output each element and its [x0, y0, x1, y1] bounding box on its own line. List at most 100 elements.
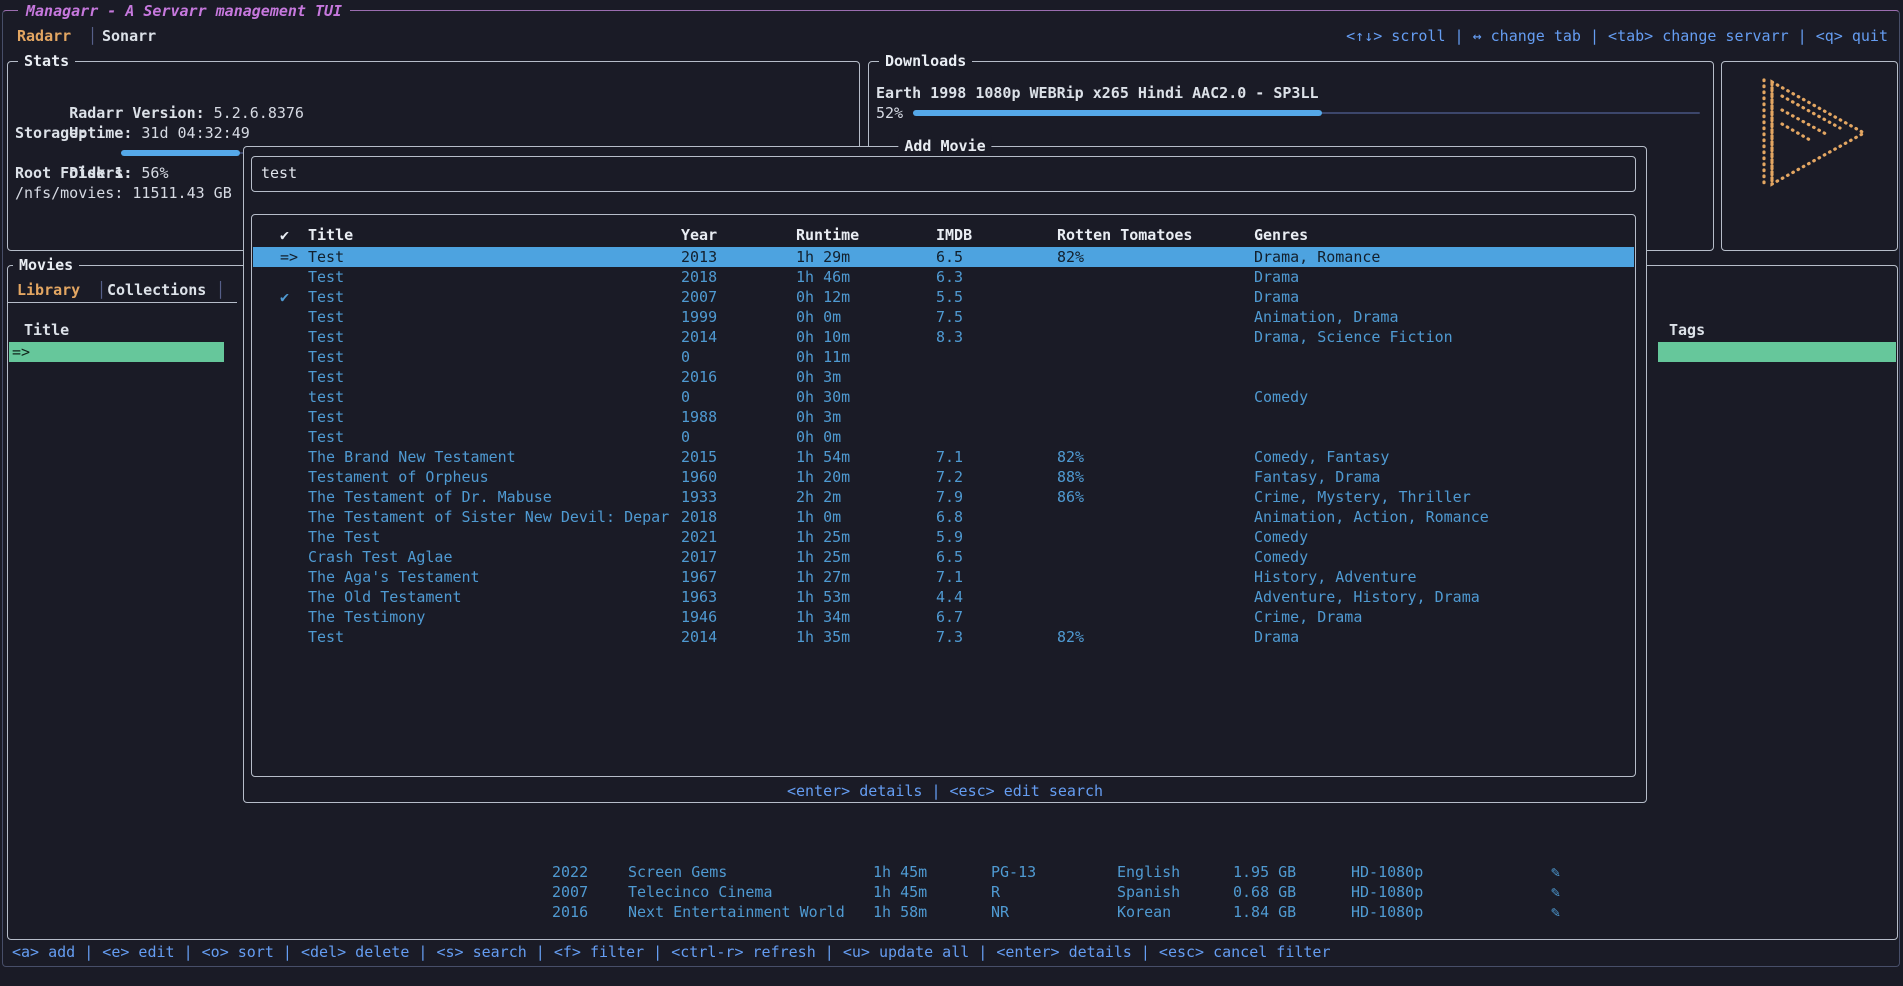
movie-list-item[interactable]: Life: [9, 502, 224, 522]
tabs-underline: [8, 302, 237, 303]
movie-list-item[interactable]: The Martian: [9, 442, 224, 462]
result-genres: Drama: [1254, 267, 1632, 287]
search-result-row[interactable]: Test 1999 0h 0m 7.5 Animation, Drama: [253, 307, 1634, 327]
search-result-row[interactable]: The Aga's Testament 1967 1h 27m 7.1 Hist…: [253, 567, 1634, 587]
root-folder-value: /nfs/movies: 11511.43 GB: [15, 183, 232, 203]
result-imdb: 4.4: [936, 587, 963, 607]
movies-tab-divider: │: [97, 280, 106, 300]
tab-library[interactable]: Library: [17, 280, 80, 300]
search-result-row[interactable]: Crash Test Aglae 2017 1h 25m 6.5 Comedy: [253, 547, 1634, 567]
certification-cell: NR: [991, 902, 1009, 922]
search-result-row[interactable]: Test 2018 1h 46m 6.3 Drama: [253, 267, 1634, 287]
movie-detail-row[interactable]: 2016 Next Entertainment World 1h 58m NR …: [8, 902, 1897, 922]
result-rotten-tomatoes: 86%: [1057, 487, 1084, 507]
result-imdb: 5.9: [936, 527, 963, 547]
movie-list-item[interactable]: =>Dune: [9, 342, 224, 362]
search-result-row[interactable]: ✔ Test 2007 0h 12m 5.5 Drama: [253, 287, 1634, 307]
search-results-table: ✔ Title Year Runtime IMDB Rotten Tomatoe…: [251, 214, 1636, 777]
managarr-app: Managarr - A Servarr management TUI Rada…: [0, 0, 1903, 986]
result-title: The Old Testament: [308, 587, 678, 607]
movie-list-item[interactable]: Nope: [9, 522, 224, 542]
movie-list-item[interactable]: Slender Man: [9, 682, 224, 702]
movie-list-item[interactable]: The Thing: [9, 462, 224, 482]
download-item-name: Earth 1998 1080p WEBRip x265 Hindi AAC2.…: [876, 83, 1319, 103]
result-year: 2013: [681, 247, 717, 267]
tab-collections[interactable]: Collections: [107, 280, 206, 300]
search-result-row[interactable]: The Testament of Sister New Devil: Depar…: [253, 507, 1634, 527]
movie-list-item[interactable]: The Witch: [9, 602, 224, 622]
movie-list-item[interactable]: Lights Out: [9, 802, 224, 822]
movie-list-item[interactable]: A Quiet Place Part II: [9, 582, 224, 602]
movie-list-item[interactable]: Inception: [9, 422, 224, 442]
studio-cell: Next Entertainment World: [628, 902, 845, 922]
selected-row-tags-cell[interactable]: [1658, 342, 1896, 362]
result-rotten-tomatoes: 82%: [1057, 447, 1084, 467]
search-result-row[interactable]: The Old Testament 1963 1h 53m 4.4 Advent…: [253, 587, 1634, 607]
movie-list-item[interactable]: Alien: [9, 482, 224, 502]
runtime-cell: 1h 45m: [873, 862, 927, 882]
search-result-row[interactable]: Test 1988 0h 3m: [253, 407, 1634, 427]
result-runtime: 0h 0m: [796, 307, 841, 327]
language-cell: Spanish: [1117, 882, 1180, 902]
movie-list-item[interactable]: The Conjuring: [9, 362, 224, 382]
result-year: 2016: [681, 367, 717, 387]
row-marker: =>: [280, 247, 298, 267]
modal-keybindings: <enter> details | <esc> edit search: [244, 781, 1646, 801]
studio-cell: Screen Gems: [628, 862, 727, 882]
tab-radarr[interactable]: Radarr: [17, 26, 71, 46]
result-genres: Comedy: [1254, 387, 1632, 407]
result-runtime: 1h 46m: [796, 267, 850, 287]
tab-sonarr[interactable]: Sonarr: [102, 26, 156, 46]
check-column-header: ✔: [280, 225, 289, 245]
movie-list-item[interactable]: Sinister 2: [9, 642, 224, 662]
result-title: Testament of Orpheus: [308, 467, 678, 487]
movie-detail-row[interactable]: 2007 Telecinco Cinema 1h 45m R Spanish 0…: [8, 882, 1897, 902]
search-result-row[interactable]: Testament of Orpheus 1960 1h 20m 7.2 88%…: [253, 467, 1634, 487]
storage-label: Storage:: [15, 123, 87, 143]
movie-list-item[interactable]: A Quiet Place: [9, 562, 224, 582]
result-title: The Aga's Testament: [308, 567, 678, 587]
movie-list-item[interactable]: Firestarter: [9, 762, 224, 782]
result-runtime: 0h 11m: [796, 347, 850, 367]
result-runtime: 1h 54m: [796, 447, 850, 467]
result-genres: Animation, Action, Romance: [1254, 507, 1632, 527]
search-result-row[interactable]: => Test 2013 1h 29m 6.5 82% Drama, Roman…: [253, 247, 1634, 267]
genres-column-header: Genres: [1254, 225, 1632, 245]
result-imdb: 6.7: [936, 607, 963, 627]
results-header-row: ✔ Title Year Runtime IMDB Rotten Tomatoe…: [253, 225, 1634, 245]
download-percent: 52%: [876, 103, 903, 123]
search-result-row[interactable]: The Brand New Testament 2015 1h 54m 7.1 …: [253, 447, 1634, 467]
search-result-row[interactable]: The Testament of Dr. Mabuse 1933 2h 2m 7…: [253, 487, 1634, 507]
movie-list-item[interactable]: Incantation: [9, 742, 224, 762]
movie-list-item[interactable]: Gone with the Wind: [9, 542, 224, 562]
rotten-tomatoes-column-header: Rotten Tomatoes: [1057, 225, 1192, 245]
movie-list-item[interactable]: 1408: [9, 822, 224, 842]
result-title: Test: [308, 627, 678, 647]
result-year: 2017: [681, 547, 717, 567]
result-year: 2015: [681, 447, 717, 467]
result-year: 0: [681, 347, 690, 367]
year-column-header: Year: [681, 225, 717, 245]
result-title: Test: [308, 347, 678, 367]
movie-list-item[interactable]: Sinister: [9, 622, 224, 642]
result-title: The Testament of Dr. Mabuse: [308, 487, 678, 507]
movie-list: =>Dune The Conjuring The Conjuring 2 The…: [9, 342, 224, 922]
search-result-row[interactable]: Test 2014 0h 10m 8.3 Drama, Science Fict…: [253, 327, 1634, 347]
movie-list-item[interactable]: The Girl with All the: [9, 842, 224, 862]
search-result-row[interactable]: test 0 0h 30m Comedy: [253, 387, 1634, 407]
movie-list-item[interactable]: Us: [9, 662, 224, 682]
search-result-row[interactable]: Test 0 0h 11m: [253, 347, 1634, 367]
add-movie-search-input[interactable]: [261, 158, 1621, 188]
search-result-row[interactable]: Test 0 0h 0m: [253, 427, 1634, 447]
search-result-row[interactable]: The Testimony 1946 1h 34m 6.7 Crime, Dra…: [253, 607, 1634, 627]
search-result-row[interactable]: Test 2014 1h 35m 7.3 82% Drama: [253, 627, 1634, 647]
movie-list-item[interactable]: The Conjuring: The De: [9, 402, 224, 422]
movie-list-item[interactable]: Ma: [9, 702, 224, 722]
result-runtime: 1h 20m: [796, 467, 850, 487]
search-result-row[interactable]: Test 2016 0h 3m: [253, 367, 1634, 387]
movie-list-item[interactable]: mother!: [9, 722, 224, 742]
search-result-row[interactable]: The Test 2021 1h 25m 5.9 Comedy: [253, 527, 1634, 547]
movie-detail-row[interactable]: 2022 Screen Gems 1h 45m PG-13 English 1.…: [8, 862, 1897, 882]
movie-list-item[interactable]: The Conjuring 2: [9, 382, 224, 402]
movie-list-item[interactable]: Misery: [9, 782, 224, 802]
